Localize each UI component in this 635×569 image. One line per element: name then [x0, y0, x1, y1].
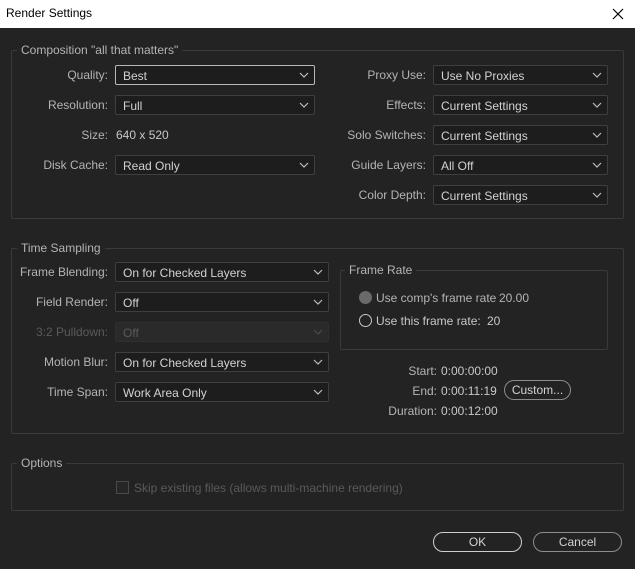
- chevron-down-icon: [592, 72, 602, 78]
- use-this-frame-rate-radio[interactable]: [359, 314, 372, 327]
- custom-button[interactable]: Custom...: [504, 380, 571, 400]
- motion-blur-label: Motion Blur:: [43, 355, 108, 369]
- effects-dropdown[interactable]: Current Settings: [433, 95, 608, 115]
- ok-button[interactable]: OK: [433, 532, 522, 552]
- field-render-value: Off: [123, 296, 139, 310]
- start-label: Start:: [408, 364, 437, 378]
- frame-rate-group-label: Frame Rate: [345, 263, 417, 277]
- title-bar: Render Settings: [0, 0, 635, 28]
- use-this-frame-rate-label: Use this frame rate:: [376, 314, 481, 328]
- quality-dropdown[interactable]: Best: [115, 65, 315, 85]
- time-span-dropdown[interactable]: Work Area Only: [115, 382, 329, 402]
- size-value: 640 x 520: [116, 128, 169, 142]
- time-span-label: Time Span:: [47, 385, 108, 399]
- solo-switches-label: Solo Switches:: [347, 128, 426, 142]
- effects-label: Effects:: [386, 98, 426, 112]
- chevron-down-icon: [299, 102, 309, 108]
- chevron-down-icon: [592, 102, 602, 108]
- chevron-down-icon: [313, 299, 323, 305]
- motion-blur-value: On for Checked Layers: [123, 356, 247, 370]
- guide-layers-dropdown[interactable]: All Off: [433, 155, 608, 175]
- skip-existing-checkbox: [116, 481, 129, 494]
- time-span-value: Work Area Only: [123, 386, 207, 400]
- resolution-value: Full: [123, 99, 143, 113]
- disk-cache-value: Read Only: [123, 159, 180, 173]
- solo-switches-value: Current Settings: [441, 129, 528, 143]
- motion-blur-dropdown[interactable]: On for Checked Layers: [115, 352, 329, 372]
- guide-layers-label: Guide Layers:: [351, 158, 426, 172]
- pulldown-value: Off: [123, 326, 139, 340]
- use-this-frame-rate-value[interactable]: 20: [487, 314, 500, 328]
- pulldown-label: 3:2 Pulldown:: [35, 325, 108, 339]
- frame-blending-dropdown[interactable]: On for Checked Layers: [115, 262, 329, 282]
- chevron-down-icon: [592, 192, 602, 198]
- end-value: 0:00:11:19: [441, 384, 497, 398]
- field-render-dropdown[interactable]: Off: [115, 292, 329, 312]
- time-sampling-group-label: Time Sampling: [17, 241, 105, 255]
- chevron-down-icon: [313, 269, 323, 275]
- color-depth-dropdown[interactable]: Current Settings: [433, 185, 608, 205]
- duration-label: Duration:: [388, 404, 437, 418]
- chevron-down-icon: [299, 162, 309, 168]
- effects-value: Current Settings: [441, 99, 528, 113]
- resolution-label: Resolution:: [47, 98, 108, 112]
- pulldown-dropdown: Off: [115, 322, 329, 342]
- color-depth-value: Current Settings: [441, 189, 528, 203]
- disk-cache-label: Disk Cache:: [43, 158, 108, 172]
- frame-rate-group: [340, 270, 608, 350]
- color-depth-label: Color Depth:: [358, 188, 426, 202]
- quality-value: Best: [123, 69, 148, 83]
- field-render-label: Field Render:: [35, 295, 108, 309]
- proxy-use-value: Use No Proxies: [441, 69, 525, 83]
- cancel-button[interactable]: Cancel: [533, 532, 622, 552]
- chevron-down-icon: [299, 72, 309, 78]
- proxy-use-dropdown[interactable]: Use No Proxies: [433, 65, 608, 85]
- end-label: End:: [412, 384, 437, 398]
- chevron-down-icon: [313, 329, 323, 335]
- size-label: Size:: [81, 128, 108, 142]
- use-comp-frame-rate-radio[interactable]: [359, 291, 372, 304]
- chevron-down-icon: [592, 162, 602, 168]
- guide-layers-value: All Off: [441, 159, 474, 173]
- frame-blending-value: On for Checked Layers: [123, 266, 247, 280]
- options-group-label: Options: [17, 456, 67, 470]
- disk-cache-dropdown[interactable]: Read Only: [115, 155, 315, 175]
- use-comp-frame-rate-value: 20.00: [499, 291, 530, 305]
- proxy-use-label: Proxy Use:: [367, 68, 426, 82]
- duration-value: 0:00:12:00: [441, 404, 498, 418]
- chevron-down-icon: [313, 359, 323, 365]
- frame-blending-label: Frame Blending:: [19, 265, 108, 279]
- skip-existing-label: Skip existing files (allows multi-machin…: [134, 481, 403, 495]
- start-value: 0:00:00:00: [441, 364, 498, 378]
- resolution-dropdown[interactable]: Full: [115, 95, 315, 115]
- window-title: Render Settings: [6, 6, 93, 20]
- close-icon[interactable]: [607, 3, 629, 25]
- composition-group-label: Composition "all that matters": [17, 43, 183, 57]
- chevron-down-icon: [313, 389, 323, 395]
- use-comp-frame-rate-label: Use comp's frame rate: [376, 291, 497, 305]
- chevron-down-icon: [592, 132, 602, 138]
- quality-label: Quality:: [67, 68, 108, 82]
- solo-switches-dropdown[interactable]: Current Settings: [433, 125, 608, 145]
